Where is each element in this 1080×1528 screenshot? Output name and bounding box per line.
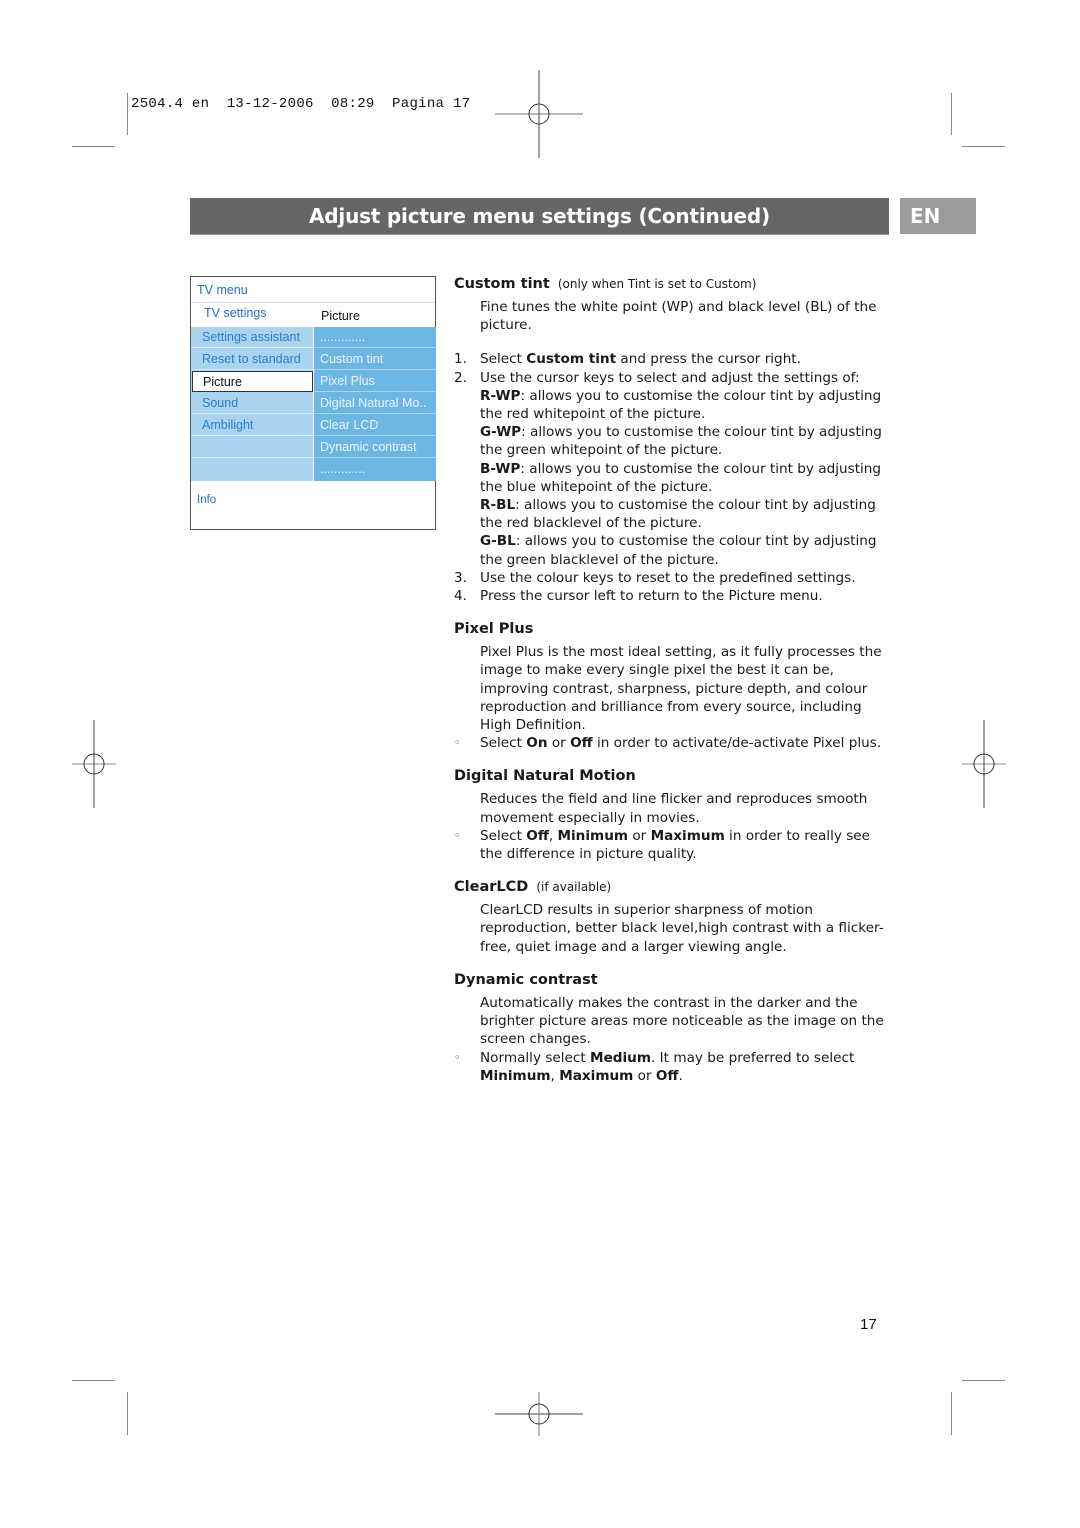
paragraph: Reduces the field and line flicker and r…	[480, 791, 868, 826]
bullet-list: ◦ Normally select Medium. It may be prefe…	[454, 1049, 894, 1085]
bullet-icon: ◦	[454, 828, 461, 842]
setting-b-wp: B-WP: allows you to customise the colour…	[480, 460, 882, 495]
list-item: ◦ Select On or Off in order to activate/d…	[454, 735, 882, 752]
list-item: 1. Select Custom tint and press the curso…	[454, 351, 801, 368]
crop-mark	[962, 1380, 1005, 1381]
section-heading-pixel-plus: Pixel Plus	[454, 621, 534, 638]
registration-mark-icon	[495, 1392, 583, 1436]
tv-menu-breadcrumb: Picture	[321, 309, 360, 323]
submenu-item-digital-natural-motion[interactable]: Digital Natural Mo..	[314, 393, 436, 414]
tv-menu-info: Info	[197, 494, 217, 506]
registration-mark-icon	[72, 720, 116, 808]
crop-mark	[72, 1380, 115, 1381]
menu-item-empty	[191, 459, 313, 480]
crop-mark	[962, 146, 1005, 147]
language-code: EN	[910, 204, 941, 228]
registration-mark-icon	[495, 70, 583, 158]
heading-note: (if available)	[536, 880, 612, 895]
list-item: ◦ Normally select Medium. It may be prefe…	[454, 1049, 855, 1084]
submenu-item-pixel-plus[interactable]: Pixel Plus	[314, 371, 436, 392]
menu-item-picture[interactable]: Picture	[192, 371, 313, 392]
bullet-icon: ◦	[454, 736, 461, 750]
setting-g-wp: G-WP: allows you to customise the colour…	[480, 424, 882, 459]
list-item: ◦ Select Off, Minimum or Maximum in order…	[454, 827, 871, 863]
submenu-item-clear-lcd[interactable]: Clear LCD	[314, 415, 436, 436]
page-number: 17	[860, 1316, 877, 1333]
crop-mark	[127, 1392, 128, 1435]
list-item: 4. Press the cursor left to return to the…	[454, 588, 823, 605]
tv-menu-title: TV menu	[197, 283, 248, 297]
menu-item-sound[interactable]: Sound	[191, 393, 313, 414]
paragraph: Automatically makes the contrast in the …	[480, 994, 884, 1048]
submenu-item-more[interactable]: .............	[314, 327, 436, 348]
submenu-item-dynamic-contrast[interactable]: Dynamic contrast	[314, 437, 436, 458]
setting-r-wp: R-WP: allows you to customise the colour…	[480, 387, 882, 423]
section-heading-dynamic-contrast: Dynamic contrast	[454, 971, 598, 988]
setting-g-bl: G-BL: allows you to customise the colour…	[480, 533, 877, 568]
crop-mark	[72, 146, 115, 147]
main-content: Custom tint (only when Tint is set to Cus…	[454, 274, 894, 1085]
bullet-list: ◦ Select On or Off in order to activate/d…	[454, 734, 894, 752]
setting-r-bl: R-BL: allows you to customise the colour…	[480, 497, 876, 532]
menu-item-ambilight[interactable]: Ambilight	[191, 415, 313, 436]
tv-menu-panel: TV menu TV settings Picture Settings ass…	[190, 276, 436, 530]
divider	[191, 302, 435, 303]
submenu-item-custom-tint[interactable]: Custom tint	[314, 349, 436, 370]
menu-item-reset-to-standard[interactable]: Reset to standard	[191, 349, 313, 370]
paragraph: Fine tunes the white point (WP) and blac…	[480, 299, 877, 334]
print-slug: 2504.4 en 13-12-2006 08:29 Pagina 17	[131, 96, 471, 112]
heading-note: (only when Tint is set to Custom)	[557, 277, 757, 291]
bullet-list: ◦ Select Off, Minimum or Maximum in order…	[454, 827, 894, 863]
crop-mark	[951, 93, 952, 135]
paragraph: ClearLCD results in superior sharpness o…	[480, 902, 884, 955]
steps-list: 1. Select Custom tint and press the curso…	[454, 350, 894, 605]
registration-mark-icon	[962, 720, 1006, 808]
section-heading-clearlcd: ClearLCD (if available)	[454, 879, 612, 896]
submenu-item-more[interactable]: .............	[314, 459, 436, 480]
menu-item-settings-assistant[interactable]: Settings assistant	[191, 327, 313, 348]
list-item: 2. Use the cursor keys to select and adju…	[454, 369, 894, 569]
section-title: Adjust picture menu settings (Continued)	[309, 204, 770, 228]
section-heading-custom-tint: Custom tint (only when Tint is set to Cus…	[454, 276, 757, 292]
menu-left-column: Settings assistant Reset to standard Pic…	[191, 327, 313, 481]
paragraph: Pixel Plus is the most ideal setting, as…	[480, 644, 882, 734]
section-heading-digital-natural-motion: Digital Natural Motion	[454, 768, 636, 785]
menu-right-column: ............. Custom tint Pixel Plus Dig…	[314, 327, 436, 481]
language-tab: EN	[900, 198, 976, 234]
tv-menu-subtitle: TV settings	[204, 306, 267, 320]
menu-item-empty	[191, 437, 313, 458]
bullet-icon: ◦	[454, 1050, 461, 1064]
list-item: 3. Use the colour keys to reset to the pr…	[454, 569, 856, 586]
section-title-bar: Adjust picture menu settings (Continued)	[190, 198, 889, 235]
crop-mark	[127, 93, 128, 135]
crop-mark	[951, 1392, 952, 1435]
